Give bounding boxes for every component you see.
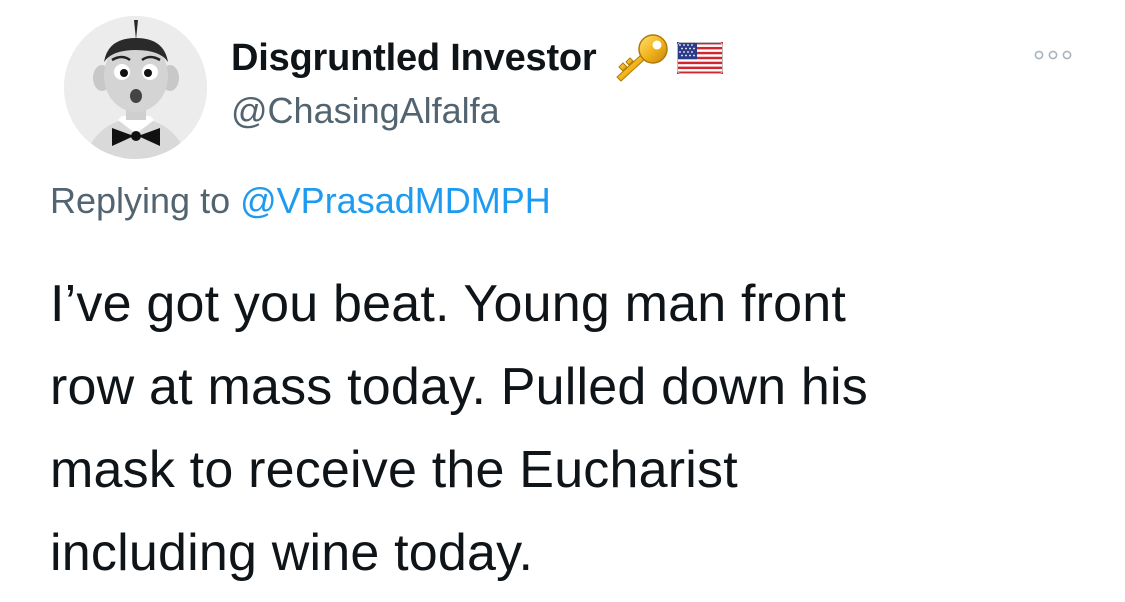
- tweet-text-line: I’ve got you beat. Young man front: [50, 275, 847, 333]
- avatar[interactable]: [64, 16, 207, 159]
- us-flag-icon: [676, 42, 723, 74]
- reply-mention-link[interactable]: @VPrasadMDMPH: [240, 180, 551, 221]
- reply-prefix: Replying to: [50, 180, 231, 221]
- key-icon: [609, 33, 671, 83]
- tweet-text-line: row at mass today. Pulled down his: [50, 358, 869, 416]
- tweet-text: I’ve got you beat. Young man front row a…: [50, 263, 1090, 595]
- tweet: Disgruntled Investor @ChasingAlfalfa Rep…: [0, 0, 1125, 602]
- tweet-text-line: including wine today.: [50, 524, 534, 582]
- display-name[interactable]: Disgruntled Investor: [231, 37, 597, 80]
- ellipsis-icon: [1034, 50, 1072, 60]
- avatar-image: [64, 16, 207, 159]
- display-name-row: Disgruntled Investor: [231, 32, 723, 84]
- reply-context: Replying to @VPrasadMDMPH: [50, 180, 551, 222]
- tweet-text-line: mask to receive the Eucharist: [50, 441, 738, 499]
- user-handle[interactable]: @ChasingAlfalfa: [231, 90, 500, 132]
- more-options-button[interactable]: [1025, 40, 1081, 70]
